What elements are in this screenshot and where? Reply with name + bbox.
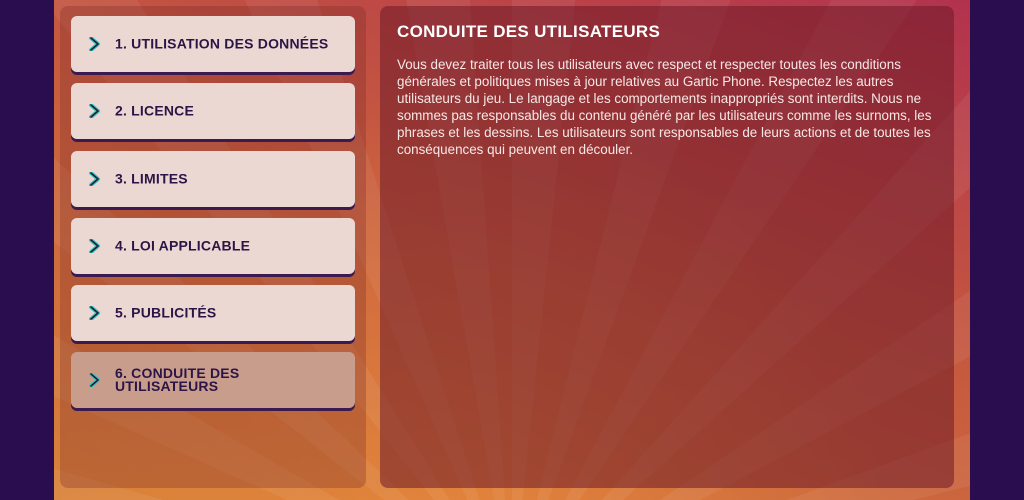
chevron-right-icon xyxy=(89,37,100,51)
menu-item-license[interactable]: 2. LICENCE xyxy=(71,83,355,139)
menu-item-limits[interactable]: 3. LIMITES xyxy=(71,151,355,207)
terms-content-panel: CONDUITE DES UTILISATEURS Vous devez tra… xyxy=(380,6,954,488)
chevron-right-icon xyxy=(89,306,100,320)
menu-item-label: 1. UTILISATION DES DONNÉES xyxy=(115,35,329,52)
chevron-right-icon xyxy=(89,104,100,118)
section-title: CONDUITE DES UTILISATEURS xyxy=(397,22,661,41)
terms-section-menu: 1. UTILISATION DES DONNÉES 2. LICENCE 3.… xyxy=(60,6,366,488)
menu-item-user-conduct[interactable]: 6. CONDUITE DES UTILISATEURS xyxy=(71,352,355,408)
chevron-right-icon xyxy=(89,172,100,186)
menu-item-data-usage[interactable]: 1. UTILISATION DES DONNÉES xyxy=(71,16,355,72)
menu-item-applicable-law[interactable]: 4. LOI APPLICABLE xyxy=(71,218,355,274)
chevron-right-icon xyxy=(89,239,100,253)
menu-item-label: 5. PUBLICITÉS xyxy=(115,304,217,321)
menu-item-label: 2. LICENCE xyxy=(115,102,195,119)
menu-item-advertising[interactable]: 5. PUBLICITÉS xyxy=(71,285,355,341)
terms-dialog: 1. UTILISATION DES DONNÉES 2. LICENCE 3.… xyxy=(54,0,970,500)
menu-item-label: 4. LOI APPLICABLE xyxy=(115,237,251,254)
menu-item-label: 3. LIMITES xyxy=(115,170,188,187)
section-body: Vous devez traiter tous les utilisateurs… xyxy=(397,57,932,157)
menu-item-label: 6. CONDUITE DES UTILISATEURS xyxy=(115,365,240,394)
chevron-right-icon xyxy=(89,373,100,387)
